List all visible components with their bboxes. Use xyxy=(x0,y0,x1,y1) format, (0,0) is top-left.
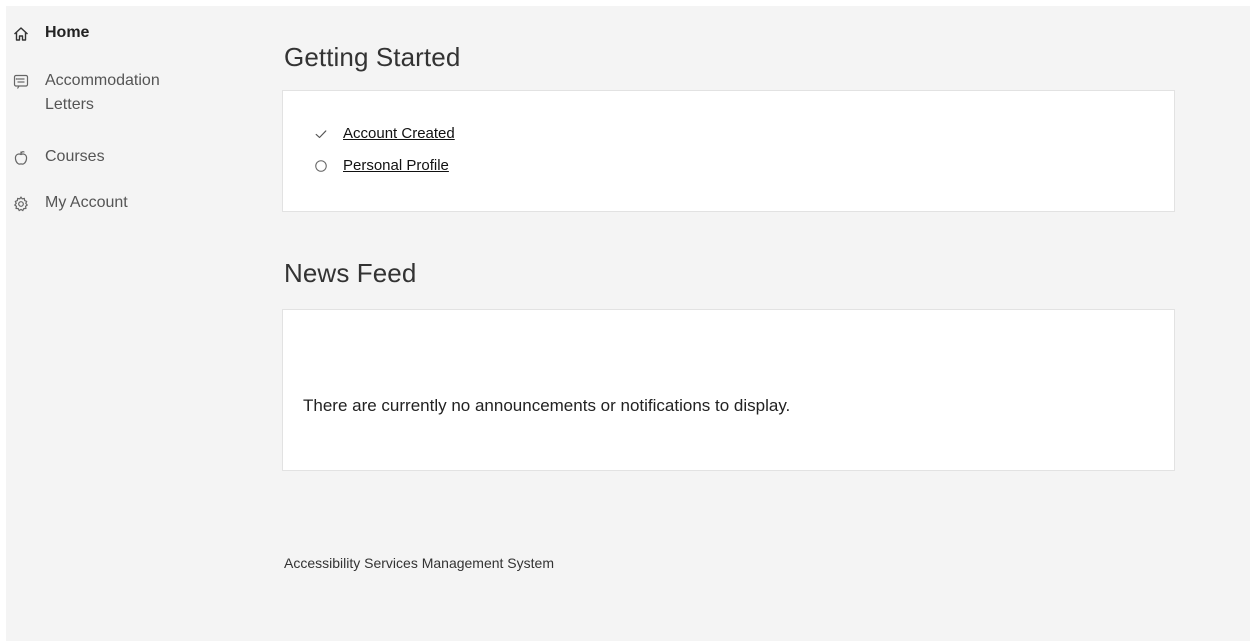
getting-started-card: Account Created Personal Profile xyxy=(282,90,1175,212)
getting-started-title: Getting Started xyxy=(284,42,461,72)
news-feed-card: There are currently no announcements or … xyxy=(282,309,1175,471)
sidebar-item-label: Courses xyxy=(45,148,105,165)
checklist-item-account-created: Account Created xyxy=(313,125,455,142)
home-icon xyxy=(12,25,30,43)
footer-text: Accessibility Services Management System xyxy=(284,555,554,571)
gear-icon xyxy=(12,195,30,213)
news-feed-empty-message: There are currently no announcements or … xyxy=(303,396,791,415)
circle-icon xyxy=(313,158,329,174)
sidebar-item-home[interactable]: Home xyxy=(12,24,89,45)
page: Home Accommodation Letters Courses My Ac… xyxy=(6,6,1250,641)
checklist-item-personal-profile: Personal Profile xyxy=(313,157,449,174)
personal-profile-link[interactable]: Personal Profile xyxy=(343,157,449,174)
apple-icon xyxy=(12,149,30,167)
check-icon xyxy=(313,126,329,142)
message-icon xyxy=(12,73,30,91)
account-created-link[interactable]: Account Created xyxy=(343,125,455,142)
sidebar-item-label: My Account xyxy=(45,194,128,211)
sidebar-item-accommodation-letters[interactable]: Accommodation Letters xyxy=(12,72,175,117)
news-feed-title: News Feed xyxy=(284,258,417,288)
sidebar-item-label: Accommodation Letters xyxy=(45,72,160,113)
sidebar-item-label: Home xyxy=(45,24,90,41)
sidebar-item-my-account[interactable]: My Account xyxy=(12,194,128,215)
sidebar-item-courses[interactable]: Courses xyxy=(12,148,105,169)
